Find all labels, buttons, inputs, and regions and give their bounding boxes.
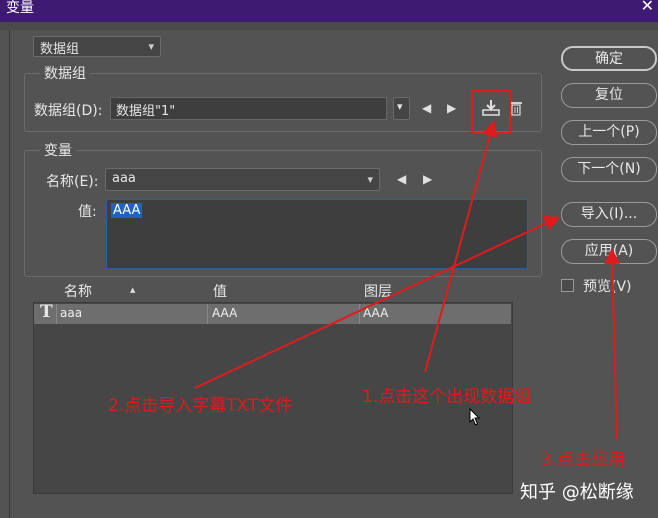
previous-dataset-arrow-icon[interactable]: ◀ [422,101,431,115]
previous-button[interactable]: 上一个(P) [561,120,657,145]
column-header-layer[interactable]: 图层 [364,281,392,301]
column-divider [207,304,208,324]
delete-dataset-icon[interactable] [509,100,523,116]
dataset-value: 数据组"1" [116,104,176,119]
next-dataset-arrow-icon[interactable]: ▶ [447,101,456,115]
define-mode-dropdown[interactable]: 数据组 ▾ [33,36,161,57]
variable-value-text: AAA [111,203,143,218]
ok-button[interactable]: 确定 [561,46,657,71]
close-icon[interactable]: ✕ [641,0,654,15]
sort-ascending-icon: ▲ [130,286,136,294]
variable-name-value: aaa [112,171,136,186]
variable-name-dropdown[interactable]: aaa ▾ [105,168,380,191]
variable-value-label: 值: [78,204,97,220]
row-layer-cell: AAA [363,306,389,320]
mouse-cursor-icon [469,408,481,426]
next-variable-arrow-icon[interactable]: ▶ [423,172,432,186]
chevron-down-icon: ▾ [367,173,373,186]
row-value-cell: AAA [212,306,238,320]
dataset-label: 数据组(D): [34,103,103,119]
chevron-down-icon: ▾ [397,100,403,113]
reset-button[interactable]: 复位 [561,83,657,108]
annotation-step1: 1.点击这个出现数据组 [362,387,532,407]
column-header-value[interactable]: 值 [213,281,227,301]
chevron-down-icon: ▾ [148,40,154,53]
dataset-field[interactable]: 数据组"1" [110,97,387,120]
row-name-cell: aaa [60,306,83,320]
title-shadow [0,22,658,30]
table-row[interactable]: T aaa AAA AAA [34,302,511,324]
title-bar: 变量 ✕ [0,0,658,22]
column-divider [56,304,57,324]
preview-label[interactable]: 预览(V) [583,276,632,296]
window-title: 变量 [6,0,34,16]
next-button[interactable]: 下一个(N) [561,157,657,182]
dataset-legend: 数据组 [40,63,90,83]
preview-checkbox[interactable] [561,279,574,292]
variable-name-label: 名称(E): [46,174,99,190]
column-header-name[interactable]: 名称 [64,281,92,301]
column-divider [359,304,360,324]
watermark: 知乎 @松断缘 [520,482,634,503]
variables-legend: 变量 [40,140,76,160]
previous-variable-arrow-icon[interactable]: ◀ [397,172,406,186]
import-button[interactable]: 导入(I)... [561,202,657,227]
variable-value-textarea[interactable]: AAA [106,199,528,269]
annotation-step3: 3.点击应用 [541,450,626,470]
text-layer-icon: T [40,302,53,322]
define-mode-value: 数据组 [40,42,80,57]
dataset-dropdown-button[interactable]: ▾ [393,97,410,120]
annotation-step2: 2.点击导入字幕TXT文件 [108,396,293,416]
apply-button[interactable]: 应用(A) [561,239,657,264]
highlight-box [471,90,511,134]
